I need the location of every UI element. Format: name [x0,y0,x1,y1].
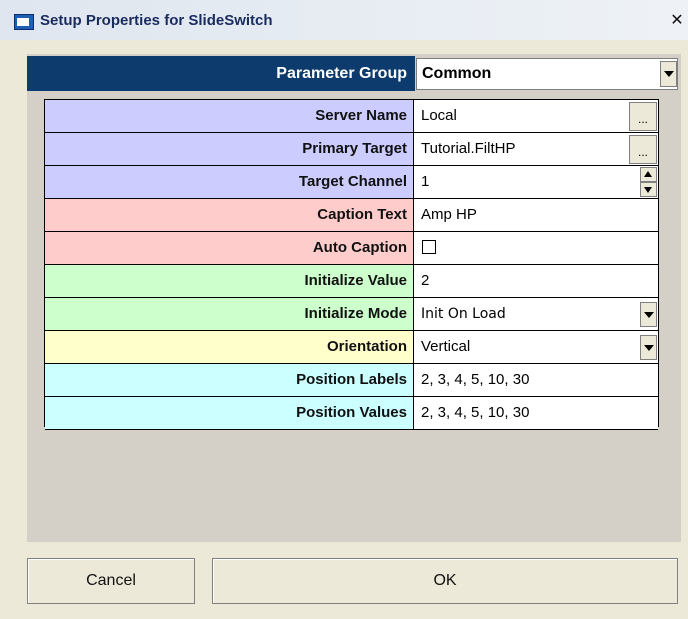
position-labels-value: 2, 3, 4, 5, 10, 30 [421,371,530,388]
property-label: Initialize Value [45,265,414,298]
property-row-position-values: Position Values 2, 3, 4, 5, 10, 30 [45,397,658,430]
property-row-initialize-mode: Initialize Mode Init On Load [45,298,658,331]
position-values-value: 2, 3, 4, 5, 10, 30 [421,404,530,421]
parameter-group-label: Parameter Group [27,56,415,91]
property-row-primary-target: Primary Target Tutorial.FiltHP ... [45,133,658,166]
primary-target-browse-button[interactable]: ... [629,135,657,164]
target-channel-spinner[interactable] [640,167,657,198]
setup-properties-dialog: Setup Properties for SlideSwitch ✕ Param… [0,0,688,619]
property-label: Initialize Mode [45,298,414,331]
initialize-value-field[interactable]: 2 [414,265,658,298]
ok-button[interactable]: OK [212,558,678,604]
spin-down-icon[interactable] [640,182,657,197]
property-row-initialize-value: Initialize Value 2 [45,265,658,298]
property-grid: Server Name Local ... Primary Target Tut… [44,99,659,430]
chevron-down-icon[interactable] [640,335,657,360]
chevron-down-icon[interactable] [660,61,677,87]
close-button[interactable]: ✕ [668,10,686,30]
property-row-server-name: Server Name Local ... [45,100,658,133]
auto-caption-cell [414,232,658,265]
property-row-position-labels: Position Labels 2, 3, 4, 5, 10, 30 [45,364,658,397]
position-labels-field[interactable]: 2, 3, 4, 5, 10, 30 [414,364,658,397]
orientation-select[interactable]: Vertical [414,331,658,364]
initialize-mode-value: Init On Load [421,306,506,322]
property-row-target-channel: Target Channel 1 [45,166,658,199]
auto-caption-checkbox[interactable] [422,240,436,254]
initialize-mode-select[interactable]: Init On Load [414,298,658,331]
parameter-group-select[interactable]: Common [416,58,678,90]
property-label: Caption Text [45,199,414,232]
parameter-group-value: Common [422,65,492,82]
window-title: Setup Properties for SlideSwitch [40,12,273,29]
property-label: Position Values [45,397,414,430]
orientation-value: Vertical [421,338,471,355]
target-channel-value: 1 [421,173,430,190]
spin-up-icon[interactable] [640,167,657,182]
initialize-value-value: 2 [421,272,430,289]
property-label: Target Channel [45,166,414,199]
window-icon [14,14,34,30]
property-label: Auto Caption [45,232,414,265]
server-name-value: Local [421,107,457,124]
property-row-auto-caption: Auto Caption [45,232,658,265]
primary-target-value: Tutorial.FiltHP [421,140,516,157]
property-row-caption-text: Caption Text Amp HP [45,199,658,232]
server-name-browse-button[interactable]: ... [629,102,657,131]
property-label: Server Name [45,100,414,133]
chevron-down-icon[interactable] [640,302,657,327]
position-values-field[interactable]: 2, 3, 4, 5, 10, 30 [414,397,658,430]
property-label: Position Labels [45,364,414,397]
target-channel-field[interactable]: 1 [414,166,658,199]
primary-target-field[interactable]: Tutorial.FiltHP [414,133,658,166]
server-name-field[interactable]: Local [414,100,658,133]
property-label: Primary Target [45,133,414,166]
title-bar: Setup Properties for SlideSwitch ✕ [0,0,688,40]
caption-text-field[interactable]: Amp HP [414,199,658,232]
cancel-button[interactable]: Cancel [27,558,195,604]
property-row-orientation: Orientation Vertical [45,331,658,364]
caption-text-value: Amp HP [421,206,477,223]
property-label: Orientation [45,331,414,364]
